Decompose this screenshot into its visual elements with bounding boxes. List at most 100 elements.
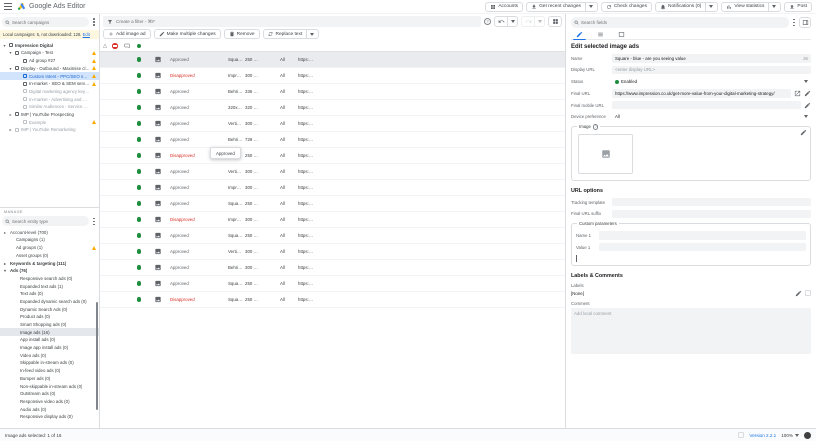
- edit-final-url-icon[interactable]: [804, 90, 811, 97]
- entity-type-item[interactable]: Expanded text ads (1): [0, 282, 99, 290]
- list-expander-icon[interactable]: ▸: [4, 261, 8, 266]
- accounts-button[interactable]: Accounts: [485, 2, 523, 12]
- status-column-header-icon[interactable]: [133, 44, 145, 48]
- redo-caret[interactable]: [534, 17, 544, 26]
- post-button[interactable]: Post: [784, 2, 812, 12]
- image-thumbnail[interactable]: [578, 134, 633, 174]
- entity-type-item[interactable]: Asset groups (0): [0, 252, 99, 260]
- replace-text-caret[interactable]: [306, 30, 314, 38]
- entity-type-item[interactable]: Audio ads (0): [0, 405, 99, 413]
- entity-type-item[interactable]: Dynamic Search Ads (0): [0, 305, 99, 313]
- table-row[interactable]: Approved Behring... 728 x 90 All https:/…: [100, 132, 565, 148]
- final-url-suffix-field[interactable]: [612, 210, 811, 219]
- tab-edit[interactable]: [573, 30, 586, 39]
- create-filter-box[interactable]: [103, 16, 481, 27]
- replace-text-button[interactable]: Replace text: [263, 29, 320, 39]
- entity-type-item[interactable]: App install ads (0): [0, 336, 99, 344]
- campaign-tree-item[interactable]: ▾ Impression Digital: [0, 41, 99, 49]
- open-in-new-icon[interactable]: [794, 90, 801, 97]
- warning-column-header-icon[interactable]: △: [100, 43, 110, 49]
- entity-type-item[interactable]: Skippable in-stream ads (0): [0, 359, 99, 367]
- search-fields-input[interactable]: [581, 20, 786, 25]
- entity-type-item[interactable]: Ad groups (1): [0, 244, 99, 252]
- edit-labels-icon[interactable]: [795, 290, 802, 297]
- fields-kebab-icon[interactable]: [793, 22, 795, 24]
- entity-type-item[interactable]: Non-skippable in-stream ads (0): [0, 382, 99, 390]
- entity-type-item[interactable]: Image ads (16): [0, 328, 99, 336]
- entity-kebab-icon[interactable]: [93, 221, 95, 223]
- search-campaigns-box[interactable]: [2, 17, 89, 27]
- entity-type-item[interactable]: Image app install ads (0): [0, 344, 99, 352]
- campaign-tree-item[interactable]: ▾ Display - Outbound - Maximise click...: [0, 65, 99, 73]
- entity-type-item[interactable]: Video ads (0): [0, 351, 99, 359]
- undo-button[interactable]: [495, 17, 507, 26]
- custom-param-value-field[interactable]: [599, 243, 806, 252]
- device-preference-select[interactable]: All: [612, 112, 811, 121]
- help-icon[interactable]: [484, 18, 491, 25]
- custom-param-name-field[interactable]: [599, 231, 806, 240]
- table-row[interactable]: Approved Square ... 250 x 2... All https…: [100, 228, 565, 244]
- search-entity-type-input[interactable]: [12, 219, 86, 224]
- tree-expander-icon[interactable]: ▾: [8, 50, 13, 55]
- banner-edit-link[interactable]: Edit: [83, 32, 90, 37]
- table-row[interactable]: Disapproved Impres... 250 x 2... All htt…: [100, 148, 565, 164]
- get-recent-changes-button[interactable]: Get recent changes: [526, 2, 598, 12]
- tree-expander-icon[interactable]: ▸: [8, 112, 13, 117]
- table-row[interactable]: Approved Vertical... 300 x 6... All http…: [100, 244, 565, 260]
- entity-type-item[interactable]: Outstream ads (0): [0, 390, 99, 398]
- table-row[interactable]: Approved Square ... 250 x 2... All https…: [100, 52, 565, 68]
- labels-secondary-icon[interactable]: [805, 290, 811, 296]
- entity-type-item[interactable]: ▸ Account-level (700): [0, 228, 99, 236]
- entity-type-item[interactable]: Responsive display ads (0): [0, 413, 99, 421]
- left-scrollbar[interactable]: [96, 302, 99, 410]
- notifications-caret[interactable]: [705, 3, 713, 11]
- notifications-button[interactable]: Notifications (0): [655, 2, 718, 12]
- version-link[interactable]: Version 2.2.1: [749, 433, 776, 438]
- edit-image-icon[interactable]: [800, 129, 807, 136]
- disapproved-column-header-icon[interactable]: [110, 43, 120, 49]
- entity-type-item[interactable]: Campaigns (1): [0, 236, 99, 244]
- zoom-control[interactable]: 100%: [781, 433, 799, 438]
- campaign-tree-item[interactable]: ▸ IMP | YouTube Remarketing: [0, 126, 99, 134]
- check-changes-button[interactable]: Check changes: [601, 2, 652, 12]
- entity-type-item[interactable]: Text ads (0): [0, 290, 99, 298]
- campaign-tree-item[interactable]: Ad group #27: [0, 57, 99, 65]
- table-row[interactable]: Disapproved Impres... 300 x 6... All htt…: [100, 212, 565, 228]
- view-statistics-button[interactable]: View statistics: [721, 2, 781, 12]
- campaign-tree-item[interactable]: ▾ Campaign - Test: [0, 49, 99, 57]
- expand-chevron-icon[interactable]: [576, 255, 577, 262]
- list-expander-icon[interactable]: ▸: [4, 230, 8, 235]
- final-mobile-url-field[interactable]: [612, 101, 801, 110]
- add-image-ad-button[interactable]: Add image ad: [103, 29, 151, 39]
- campaign-tree-item[interactable]: ▸ IMP | YouTube Prospecting: [0, 111, 99, 119]
- campaign-tree-item[interactable]: Example: [0, 118, 99, 126]
- comment-column-header-icon[interactable]: [120, 43, 133, 49]
- statusbar-square-icon[interactable]: [738, 432, 744, 438]
- entity-type-item[interactable]: Bumper ads (0): [0, 375, 99, 383]
- campaign-tree-item[interactable]: In-market - Advertising and Marketing...: [0, 95, 99, 103]
- tab-preview[interactable]: [615, 30, 628, 39]
- entity-type-item[interactable]: ▾ Ads (76): [0, 267, 99, 275]
- comment-textarea[interactable]: [571, 308, 811, 354]
- campaign-tree-item[interactable]: Custom Intent - PPC/SEO services: [0, 72, 99, 80]
- table-row[interactable]: Approved Square ... 250 x 2... All https…: [100, 196, 565, 212]
- redo-button[interactable]: [522, 17, 534, 26]
- table-row[interactable]: Approved Impres... 300 x 6... All https:…: [100, 180, 565, 196]
- name-field[interactable]: Square - blue - are you seeing value 36: [612, 54, 811, 63]
- table-row[interactable]: Approved Vertical... 300 x 6... All http…: [100, 164, 565, 180]
- tab-details[interactable]: [594, 30, 607, 39]
- campaign-tree-item[interactable]: In-market - SEO & SEM services: [0, 80, 99, 88]
- entity-type-item[interactable]: Responsive video ads (0): [0, 398, 99, 406]
- create-filter-input[interactable]: [116, 19, 477, 24]
- display-url-field[interactable]: <enter display URL>: [612, 66, 811, 75]
- entity-type-item[interactable]: Smart Shopping ads (0): [0, 321, 99, 329]
- table-row[interactable]: Approved Square ... 250 x 2... All https…: [100, 276, 565, 292]
- menu-icon[interactable]: [4, 3, 12, 10]
- table-row[interactable]: Approved Behring... 336 x 2... All https…: [100, 84, 565, 100]
- list-expander-icon[interactable]: ▾: [4, 268, 8, 273]
- feedback-icon[interactable]: [804, 432, 811, 439]
- tree-expander-icon[interactable]: ▾: [2, 43, 7, 48]
- entity-type-item[interactable]: Product ads (0): [0, 313, 99, 321]
- image-help-icon[interactable]: [593, 124, 599, 130]
- tree-expander-icon[interactable]: ▾: [8, 66, 13, 71]
